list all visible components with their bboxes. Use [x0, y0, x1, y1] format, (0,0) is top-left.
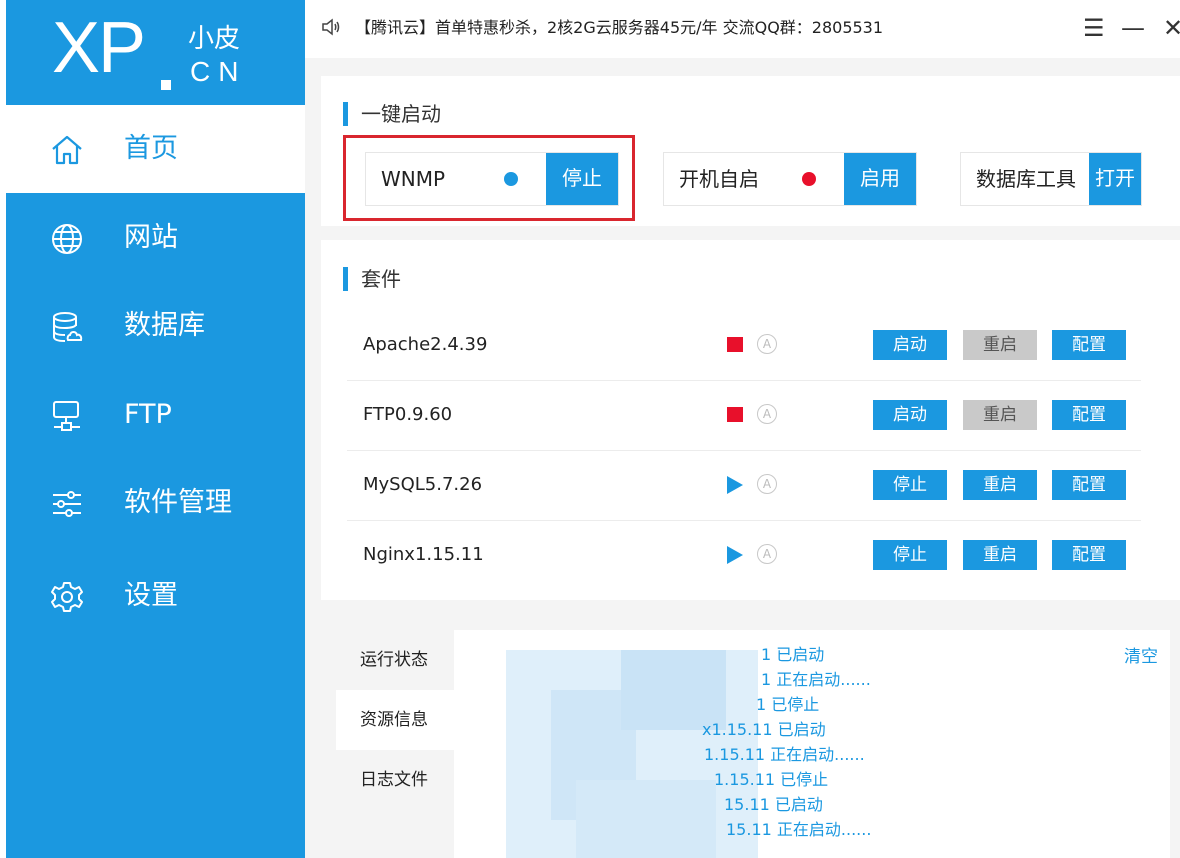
- ftp-icon: [53, 401, 80, 431]
- autostart-icon[interactable]: A: [757, 404, 777, 424]
- sidebar-item-label: 设置: [124, 580, 178, 611]
- quickstart-title-text: 一键启动: [361, 102, 441, 126]
- sidebar-item-ftp[interactable]: FTP: [6, 371, 305, 459]
- redacted-region: [576, 780, 716, 858]
- sidebar: XP 小皮 CN 首页 网站 数据库 FTP 软件管理 设置: [0, 0, 305, 858]
- dbtool-label: 数据库工具: [976, 167, 1076, 191]
- log-line: x1.15.11 已启动: [702, 720, 826, 739]
- dbtool-box: 数据库工具 打开: [960, 152, 1142, 206]
- logo-cn-name: 小皮: [188, 24, 241, 54]
- sidebar-item-database[interactable]: 数据库: [6, 282, 305, 370]
- logo-dot: [161, 80, 171, 90]
- suite-name: Apache2.4.39: [363, 334, 488, 355]
- start-button[interactable]: 启动: [873, 330, 947, 360]
- database-icon: [53, 312, 83, 342]
- top-bar: 【腾讯云】首单特惠秒杀，2核2G云服务器45元/年 交流QQ群：2805531 …: [305, 0, 1180, 58]
- autostart-icon[interactable]: A: [757, 334, 777, 354]
- globe-icon: [52, 224, 82, 254]
- autostart-box: 开机自启 启用: [663, 152, 917, 206]
- suite-name: FTP0.9.60: [363, 404, 453, 425]
- config-button[interactable]: 配置: [1052, 400, 1126, 430]
- log-line: 1.15.11 已停止: [714, 770, 829, 789]
- stop-button[interactable]: 停止: [873, 470, 947, 500]
- section-marker: [343, 102, 348, 126]
- sidebar-item-website[interactable]: 网站: [6, 194, 305, 282]
- table-row: MySQL5.7.26 A 停止 重启 配置: [347, 450, 1141, 521]
- app-logo: XP 小皮 CN: [6, 0, 305, 100]
- log-line: 1 已启动: [761, 645, 825, 664]
- home-icon: [52, 135, 82, 165]
- sidebar-item-software[interactable]: 软件管理: [6, 459, 305, 547]
- sidebar-item-label: 首页: [124, 133, 178, 164]
- autostart-label: 开机自启: [679, 167, 759, 191]
- config-button[interactable]: 配置: [1052, 470, 1126, 500]
- sidebar-item-label: 软件管理: [124, 487, 232, 518]
- logo-xp: XP: [52, 8, 146, 88]
- sidebar-item-label: FTP: [124, 399, 172, 430]
- running-indicator: [727, 546, 743, 564]
- section-marker: [343, 267, 348, 291]
- sidebar-item-label: 网站: [124, 222, 178, 253]
- log-line: 1 已停止: [756, 695, 820, 714]
- log-line: 1 正在启动......: [761, 670, 871, 689]
- autostart-icon[interactable]: A: [757, 474, 777, 494]
- running-indicator: [727, 476, 743, 494]
- tab-run-status[interactable]: 运行状态: [336, 630, 454, 690]
- sidebar-item-settings[interactable]: 设置: [6, 552, 305, 640]
- log-tabs: 运行状态 资源信息 日志文件: [336, 630, 454, 858]
- config-button[interactable]: 配置: [1052, 330, 1126, 360]
- log-line: 15.11 正在启动......: [726, 820, 872, 839]
- log-line: 1.15.11 正在启动......: [704, 745, 865, 764]
- suite-name: Nginx1.15.11: [363, 544, 484, 565]
- stop-button[interactable]: 停止: [873, 540, 947, 570]
- stopped-indicator: [727, 407, 743, 422]
- notice-text[interactable]: 【腾讯云】首单特惠秒杀，2核2G云服务器45元/年 交流QQ群：2805531: [355, 0, 883, 56]
- start-button[interactable]: 启动: [873, 400, 947, 430]
- window-left-edge: [0, 0, 6, 858]
- restart-button[interactable]: 重启: [963, 540, 1037, 570]
- sidebar-item-label: 数据库: [124, 310, 205, 341]
- dbtool-open-button[interactable]: 打开: [1089, 153, 1141, 205]
- sidebar-item-home[interactable]: 首页: [6, 105, 305, 193]
- tab-log-files[interactable]: 日志文件: [336, 750, 454, 810]
- tab-resource-info[interactable]: 资源信息: [336, 690, 454, 750]
- suite-name: MySQL5.7.26: [363, 474, 483, 495]
- restart-button[interactable]: 重启: [963, 470, 1037, 500]
- table-row: Nginx1.15.11 A 停止 重启 配置: [347, 520, 1141, 590]
- highlight-frame: [343, 135, 635, 221]
- autostart-status-dot: [802, 172, 816, 186]
- suite-title-text: 套件: [361, 267, 401, 291]
- minimize-icon[interactable]: —: [1121, 14, 1145, 42]
- main-panel: 【腾讯云】首单特惠秒杀，2核2G云服务器45元/年 交流QQ群：2805531 …: [305, 0, 1180, 858]
- sliders-icon: [53, 491, 81, 517]
- restart-button[interactable]: 重启: [963, 400, 1037, 430]
- autostart-icon[interactable]: A: [757, 544, 777, 564]
- config-button[interactable]: 配置: [1052, 540, 1126, 570]
- table-row: Apache2.4.39 A 启动 重启 配置: [347, 310, 1141, 381]
- log-line: 15.11 已启动: [724, 795, 823, 814]
- close-icon[interactable]: ✕: [1163, 14, 1180, 42]
- table-row: FTP0.9.60 A 启动 重启 配置: [347, 380, 1141, 451]
- clear-log-button[interactable]: 清空: [1124, 642, 1158, 667]
- logo-cn: CN: [190, 56, 247, 87]
- log-panel: 运行状态 资源信息 日志文件 1 已启动 1 正在启动...... 1 已停止 …: [336, 630, 1170, 858]
- restart-button[interactable]: 重启: [963, 330, 1037, 360]
- menu-icon[interactable]: ☰: [1083, 14, 1105, 42]
- stopped-indicator: [727, 337, 743, 352]
- speaker-icon: [322, 18, 340, 36]
- autostart-enable-button[interactable]: 启用: [844, 153, 916, 205]
- gear-icon: [51, 582, 83, 612]
